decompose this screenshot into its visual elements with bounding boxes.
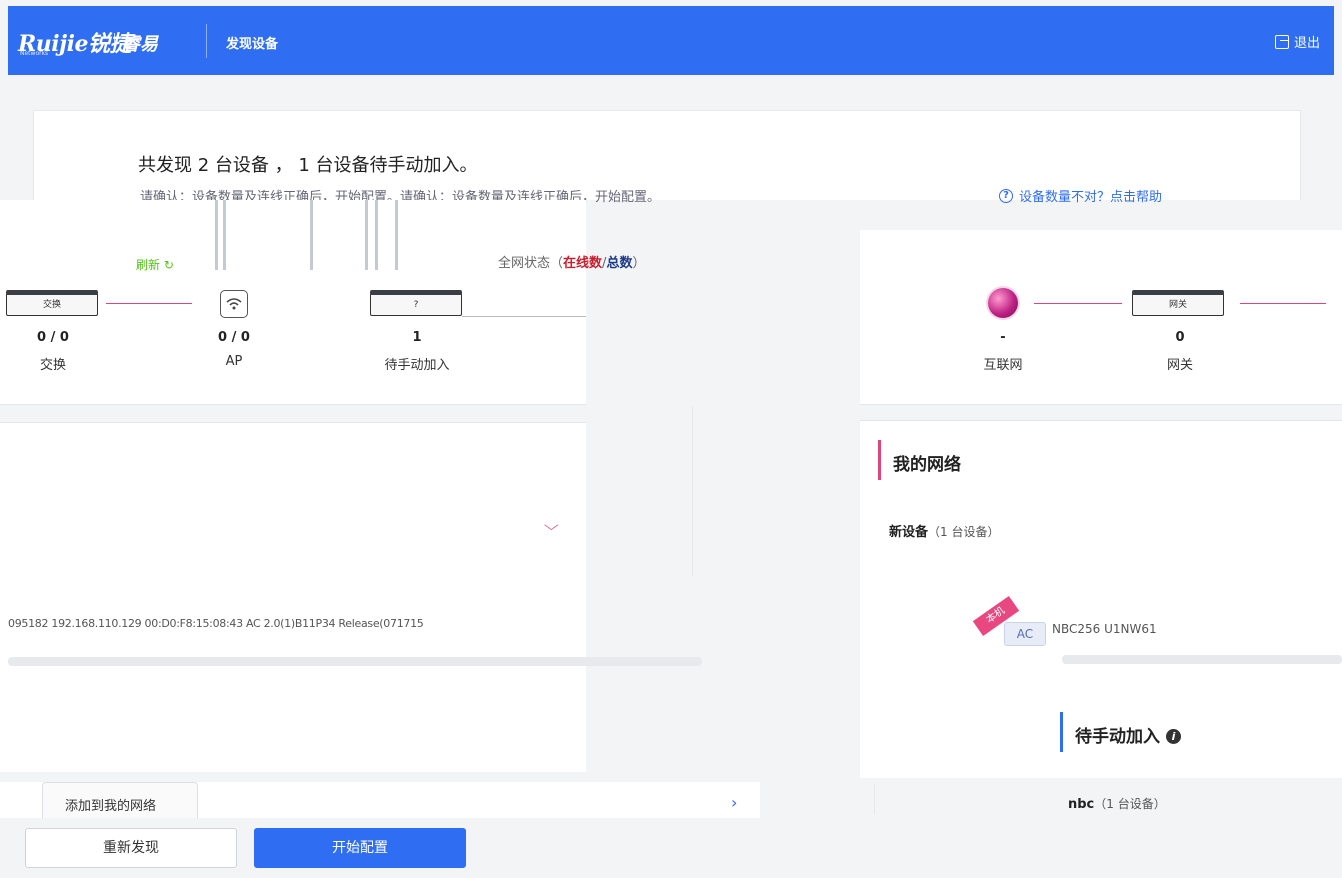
total-count-label: 总数: [606, 256, 633, 271]
loading-bars: [205, 200, 405, 270]
ap-count: 0 / 0: [218, 330, 250, 345]
internet-count: -: [1000, 330, 1006, 345]
horizontal-scrollbar-right[interactable]: [1062, 655, 1342, 664]
device-model-text: NBC256 U1NW61: [1052, 622, 1157, 636]
rediscover-button[interactable]: 重新发现: [25, 828, 237, 868]
panel-divider: [874, 784, 875, 814]
wifi-icon: [220, 290, 248, 318]
gateway-device-icon: 网关: [1132, 290, 1224, 316]
pending-title: 待手动加入 i: [1075, 722, 1181, 747]
internet-globe-icon: [988, 288, 1018, 318]
internet-label: 互联网: [983, 358, 1023, 373]
help-link-label: 设备数量不对？点击帮助: [1019, 190, 1163, 205]
pending-group-heading: nbc（1 台设备）: [1068, 797, 1166, 812]
refresh-button[interactable]: 刷新 ↻: [136, 256, 174, 273]
chevron-right-icon[interactable]: ›: [731, 793, 737, 812]
start-config-button[interactable]: 开始配置: [254, 828, 466, 868]
topology-link: [1034, 303, 1122, 304]
discovery-summary-card: 共发现 2 台设备 ， 1 台设备待手动加入。 请确认：设备数量及连线正确后，开…: [33, 110, 1301, 205]
device-type-chip: AC: [1004, 622, 1046, 646]
network-status-label: 全网状态（在线数/总数）: [498, 256, 646, 271]
app-header: Ruijie锐捷 Networks 睿易 发现设备 退出: [8, 6, 1334, 75]
add-to-network-tab[interactable]: 添加到我的网络: [42, 782, 198, 818]
chevron-down-icon[interactable]: ⌵: [544, 518, 559, 534]
topology-baseline: [462, 316, 586, 317]
device-list-panel: ⌵: [0, 422, 586, 772]
brand-name: 睿易: [122, 34, 158, 55]
switch-label: 交换: [39, 358, 67, 373]
logout-label: 退出: [1293, 36, 1320, 51]
device-row[interactable]: 095182 192.168.110.129 00:D0:F8:15:08:43…: [8, 617, 424, 630]
horizontal-scrollbar[interactable]: [8, 657, 702, 666]
header-separator: [206, 24, 207, 58]
topology-link: [1240, 303, 1326, 304]
page-title: 发现设备: [226, 37, 279, 52]
panel-separator: [692, 406, 693, 576]
pending-count: 1: [412, 330, 422, 345]
info-icon[interactable]: i: [1166, 729, 1181, 744]
pending-accent-bar: [1060, 712, 1063, 752]
new-devices-heading: 新设备（1 台设备）: [889, 525, 1000, 540]
topology-link: [106, 303, 192, 304]
my-network-accent-bar: [878, 440, 881, 480]
gateway-count: 0: [1175, 330, 1185, 345]
ap-label: AP: [225, 354, 243, 369]
switch-device-icon: 交换: [6, 290, 98, 316]
gateway-label: 网关: [1166, 358, 1194, 373]
question-icon: ?: [999, 188, 1013, 203]
topology-right-panel: [860, 230, 1342, 405]
discovery-summary-title: 共发现 2 台设备 ， 1 台设备待手动加入。: [138, 155, 478, 176]
logo-divider: [114, 33, 115, 49]
unknown-device-icon: ?: [370, 290, 462, 316]
switch-count: 0 / 0: [37, 330, 69, 345]
pending-label: 待手动加入: [384, 358, 450, 373]
logout-button[interactable]: 退出: [1274, 32, 1320, 51]
my-network-title: 我的网络: [893, 455, 961, 475]
logout-icon: [1274, 34, 1289, 49]
brand-logo-sub: Networks: [20, 50, 49, 57]
online-count-label: 在线数: [563, 256, 603, 271]
help-link[interactable]: ? 设备数量不对？点击帮助: [999, 186, 1162, 205]
